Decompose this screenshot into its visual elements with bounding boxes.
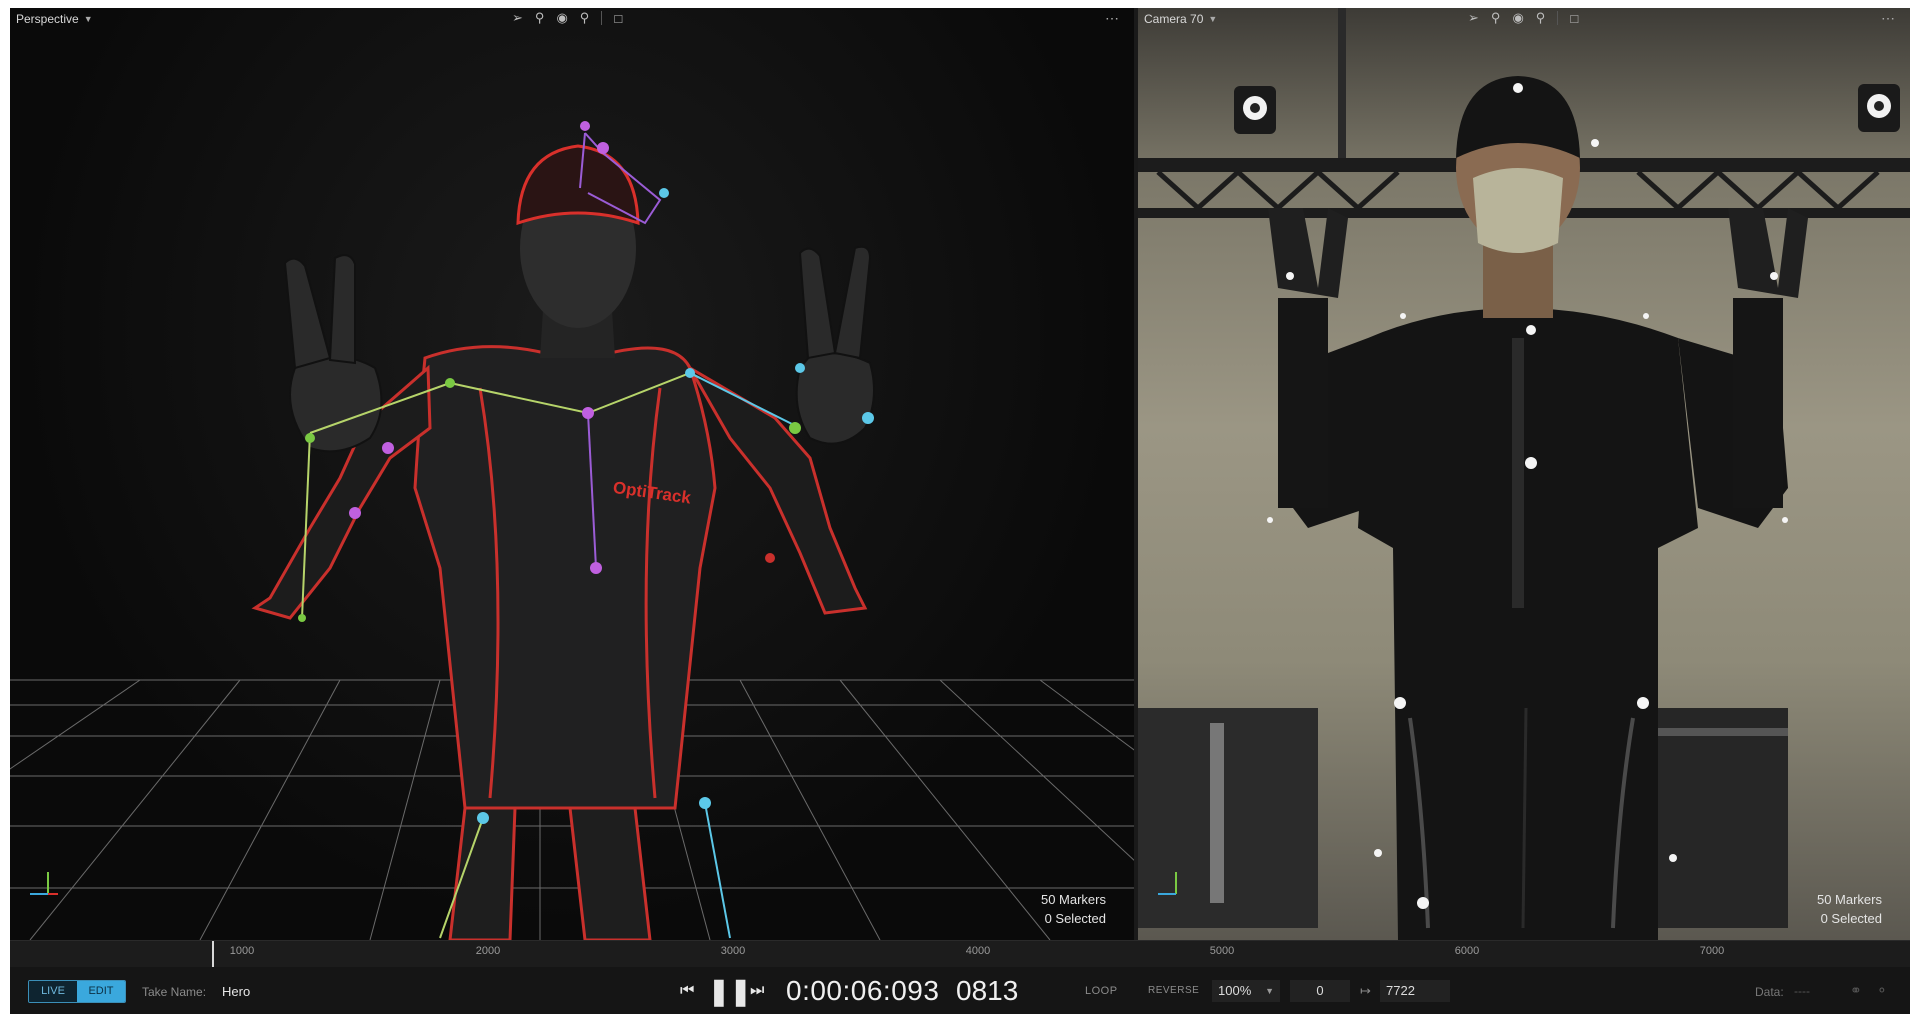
toolbar-divider xyxy=(1557,11,1559,25)
selected-count: 0 Selected xyxy=(1044,911,1106,926)
perspective-view-label: Perspective xyxy=(16,12,79,26)
select-arrow-icon[interactable]: ➢ xyxy=(1468,10,1479,26)
perspective-toolbar: ➢ ⚲ ◉ ⚲ □ xyxy=(512,10,622,26)
data-label: Data: xyxy=(1755,985,1784,999)
perspective-viewport[interactable]: Perspective ▼ ➢ ⚲ ◉ ⚲ □ ⋯ OptiTrack 50 M… xyxy=(10,8,1134,940)
zoom-icon[interactable]: ⚲ xyxy=(1491,10,1501,26)
camera-viewport[interactable]: Camera 70 ▼ ➢ ⚲ ◉ ⚲ □ ⋯ 50 Markers 0 Sel… xyxy=(1138,8,1910,940)
frame-number-display: 0813 xyxy=(956,975,1019,1006)
camera-view-dropdown[interactable]: Camera 70 ▼ xyxy=(1144,12,1217,26)
bell-icon[interactable]: ⚬ xyxy=(1876,982,1888,999)
select-arrow-icon[interactable]: ➢ xyxy=(512,10,523,26)
skip-back-icon[interactable]: ⏮ xyxy=(680,982,694,1000)
frame-box-icon[interactable]: □ xyxy=(1570,11,1578,26)
playback-speed-select[interactable]: 100% ▼ xyxy=(1212,980,1280,1002)
toolbar-divider xyxy=(601,11,603,25)
range-end-input[interactable]: 7722 xyxy=(1380,980,1450,1002)
perspective-viewport-header: Perspective ▼ ➢ ⚲ ◉ ⚲ □ ⋯ xyxy=(10,8,1134,30)
lasso-icon[interactable]: ⚲ xyxy=(1536,10,1546,26)
axis-gizmo-icon xyxy=(1158,872,1177,895)
loop-toggle[interactable]: LOOP xyxy=(1085,985,1118,997)
skip-forward-icon[interactable]: ⏭ xyxy=(750,982,764,1000)
avatar-right-hand xyxy=(795,245,875,445)
motive-app-window: Perspective ▼ ➢ ⚲ ◉ ⚲ □ ⋯ OptiTrack 50 M… xyxy=(10,8,1910,1014)
avatar-left-hand xyxy=(283,254,383,453)
chevron-down-icon: ▼ xyxy=(83,14,93,24)
camera-feed-image xyxy=(1138,8,1910,940)
playback-speed-value: 100% xyxy=(1218,983,1252,998)
data-value: ---- xyxy=(1794,984,1810,998)
timeline-tick: 5000 xyxy=(1209,945,1235,957)
perspective-view-dropdown[interactable]: Perspective ▼ xyxy=(16,12,93,26)
timecode-display: 0:00:06:093 xyxy=(786,975,940,1006)
range-arrow-icon: ↦ xyxy=(1360,983,1371,998)
chevron-down-icon: ▼ xyxy=(1208,14,1218,24)
avatar-cap xyxy=(516,144,640,226)
headphones-icon[interactable]: ⚭ xyxy=(1850,982,1862,999)
mocap-camera-left xyxy=(1234,86,1276,134)
timeline-tick: 4000 xyxy=(965,945,991,957)
mocap-camera-right xyxy=(1858,84,1900,132)
visibility-eye-icon[interactable]: ◉ xyxy=(556,10,567,26)
more-options-icon[interactable]: ⋯ xyxy=(1881,10,1896,27)
playhead[interactable] xyxy=(212,941,214,967)
perspective-marker-info: 50 Markers 0 Selected xyxy=(1041,890,1106,928)
more-options-icon[interactable]: ⋯ xyxy=(1105,10,1120,27)
camera-marker-info: 50 Markers 0 Selected xyxy=(1817,890,1882,928)
timeline-tick: 7000 xyxy=(1699,945,1725,957)
marker-count: 50 Markers xyxy=(1816,892,1882,907)
timeline-tick: 1000 xyxy=(229,945,255,957)
timeline-tick: 2000 xyxy=(475,945,501,957)
zoom-icon[interactable]: ⚲ xyxy=(535,10,545,26)
take-name-label: Take Name: xyxy=(142,985,207,999)
live-mode-button[interactable]: LIVE xyxy=(29,981,77,1002)
timeline-tick: 3000 xyxy=(720,945,746,957)
reverse-toggle[interactable]: REVERSE xyxy=(1148,985,1199,996)
take-name-value[interactable]: Hero xyxy=(222,984,250,999)
range-start-input[interactable]: 0 xyxy=(1290,980,1350,1002)
chevron-down-icon: ▼ xyxy=(1265,986,1274,996)
selected-count: 0 Selected xyxy=(1820,911,1882,926)
pause-icon[interactable]: ❚❚ xyxy=(708,976,752,1007)
timeline-scrubber[interactable]: 1000 2000 3000 4000 5000 6000 7000 xyxy=(10,940,1910,967)
lasso-icon[interactable]: ⚲ xyxy=(580,10,590,26)
avatar-torso xyxy=(413,345,717,810)
edit-mode-button[interactable]: EDIT xyxy=(77,981,125,1002)
visibility-eye-icon[interactable]: ◉ xyxy=(1512,10,1523,26)
frame-box-icon[interactable]: □ xyxy=(614,11,622,26)
camera-toolbar: ➢ ⚲ ◉ ⚲ □ xyxy=(1468,10,1578,26)
transport-bar: LIVE EDIT Take Name: Hero ⏮ ❚❚ ⏭ 0:00:06… xyxy=(10,967,1910,1014)
perspective-scene: OptiTrack xyxy=(10,121,1134,940)
camera-view-label: Camera 70 xyxy=(1144,12,1204,26)
live-edit-toggle: LIVE EDIT xyxy=(28,980,126,1003)
camera-viewport-header: Camera 70 ▼ ➢ ⚲ ◉ ⚲ □ ⋯ xyxy=(1138,8,1910,30)
timeline-tick: 6000 xyxy=(1454,945,1480,957)
marker-count: 50 Markers xyxy=(1040,892,1106,907)
axis-gizmo-icon xyxy=(30,872,58,895)
